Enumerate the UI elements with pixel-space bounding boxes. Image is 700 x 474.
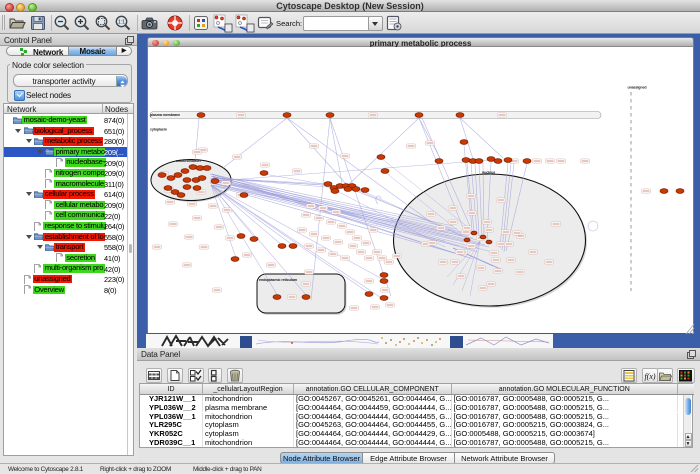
svg-text:mitochondrion: mitochondrion <box>176 159 201 163</box>
svg-text:nucleus: nucleus <box>482 171 495 175</box>
svg-text:f(x): f(x) <box>644 372 655 381</box>
svg-text:cytoplasm: cytoplasm <box>150 128 167 132</box>
svg-text:1:1: 1:1 <box>118 20 125 26</box>
svg-text:unassigned: unassigned <box>628 86 647 90</box>
svg-text:endoplasmic reticulum: endoplasmic reticulum <box>259 278 298 282</box>
svg-text:plasma membrane: plasma membrane <box>150 113 180 117</box>
